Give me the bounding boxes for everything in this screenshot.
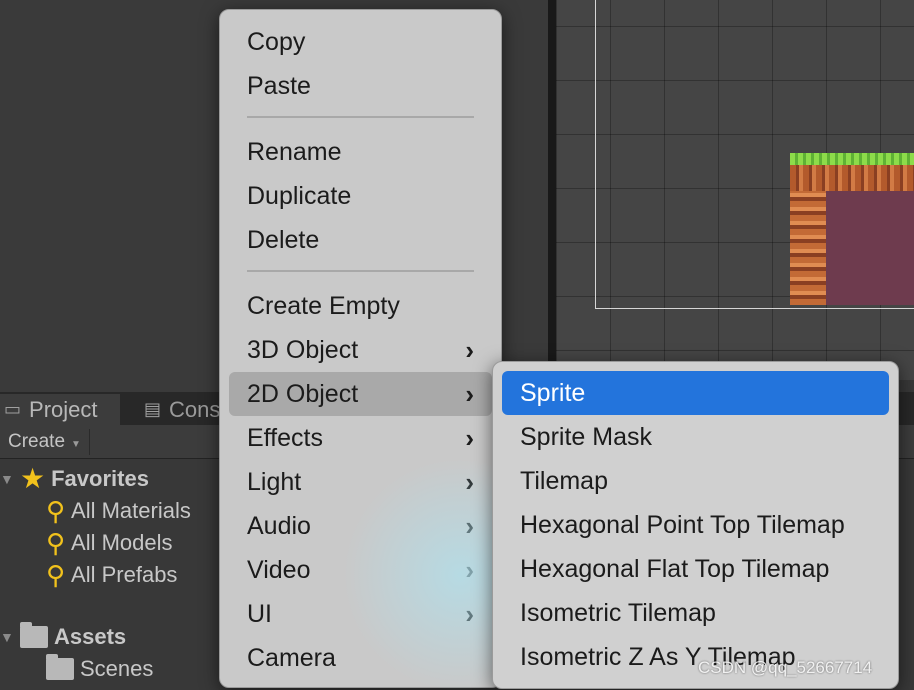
tab-console-label: Cons <box>169 397 221 422</box>
menu-item-audio[interactable]: Audio › <box>229 504 492 548</box>
favorites-row[interactable]: ▼ ★ Favorites <box>0 464 149 494</box>
chevron-right-icon: › <box>465 335 474 365</box>
tilemap-sprite-preview <box>790 153 914 305</box>
menu-item-label: Duplicate <box>247 182 352 210</box>
dirt-tiles-side <box>790 191 826 305</box>
tab-project-label: Project <box>29 397 98 422</box>
menu-item-label: Rename <box>247 138 342 166</box>
grass-tiles <box>790 153 914 165</box>
watermark-text: CSDN @qq_52667714 <box>698 658 873 677</box>
menu-item-create-empty[interactable]: Create Empty <box>229 284 492 328</box>
menu-item-label: Camera <box>247 644 336 672</box>
scene-view[interactable] <box>556 0 914 380</box>
menu-item-label: 2D Object <box>247 380 359 408</box>
list-item[interactable]: ⚲ All Prefabs <box>46 560 177 590</box>
submenu-2d-object: Sprite Sprite Mask Tilemap Hexagonal Poi… <box>492 361 899 689</box>
menu-item-camera[interactable]: Camera <box>229 636 492 680</box>
menu-item-video[interactable]: Video › <box>229 548 492 592</box>
menu-item-label: Hexagonal Point Top Tilemap <box>520 511 845 539</box>
folder-icon <box>20 622 48 648</box>
menu-separator <box>247 270 474 272</box>
create-dropdown[interactable]: Create ▼ <box>0 429 90 455</box>
search-icon: ⚲ <box>46 496 66 526</box>
chevron-right-icon: › <box>465 467 474 497</box>
star-icon: ★ <box>20 463 46 494</box>
menu-item-label: Delete <box>247 226 320 254</box>
expand-arrow-icon[interactable]: ▼ <box>0 464 14 494</box>
submenu-item-sprite-mask[interactable]: Sprite Mask <box>502 415 889 459</box>
expand-arrow-icon[interactable]: ▼ <box>0 622 14 652</box>
menu-item-label: Sprite Mask <box>520 423 652 451</box>
dirt-tiles-top <box>790 165 914 191</box>
menu-item-label: Effects <box>247 424 323 452</box>
menu-item-2d-object[interactable]: 2D Object › <box>229 372 492 416</box>
menu-separator <box>247 116 474 118</box>
search-icon: ⚲ <box>46 560 66 590</box>
menu-item-paste[interactable]: Paste <box>229 64 492 108</box>
chevron-right-icon: › <box>465 599 474 629</box>
menu-item-ui[interactable]: UI › <box>229 592 492 636</box>
menu-item-label: Hexagonal Flat Top Tilemap <box>520 555 830 583</box>
favorites-label: Favorites <box>51 466 149 491</box>
assets-label: Assets <box>54 624 127 649</box>
menu-item-copy[interactable]: Copy <box>229 20 492 64</box>
menu-item-label: 3D Object <box>247 336 359 364</box>
menu-item-label: UI <box>247 600 272 628</box>
favorite-label: All Materials <box>71 498 191 523</box>
submenu-item-sprite[interactable]: Sprite <box>502 371 889 415</box>
caret-down-icon: ▼ <box>71 439 81 450</box>
menu-item-label: Audio <box>247 512 311 540</box>
search-icon: ⚲ <box>46 528 66 558</box>
folder-icon: ▭ <box>4 399 22 419</box>
chevron-right-icon: › <box>465 379 474 409</box>
console-icon: ▤ <box>144 399 162 419</box>
menu-item-effects[interactable]: Effects › <box>229 416 492 460</box>
submenu-item-hexagonal-flat-top-tilemap[interactable]: Hexagonal Flat Top Tilemap <box>502 547 889 591</box>
chevron-right-icon: › <box>465 423 474 453</box>
menu-item-label: Isometric Tilemap <box>520 599 716 627</box>
menu-item-label: Video <box>247 556 311 584</box>
favorite-label: All Models <box>71 530 173 555</box>
list-item[interactable]: ⚲ All Materials <box>46 496 191 526</box>
favorite-label: All Prefabs <box>71 562 178 587</box>
submenu-item-tilemap[interactable]: Tilemap <box>502 459 889 503</box>
menu-item-delete[interactable]: Delete <box>229 218 492 262</box>
menu-item-light[interactable]: Light › <box>229 460 492 504</box>
menu-item-label: Light <box>247 468 302 496</box>
folder-icon <box>46 654 74 680</box>
asset-folder-label: Scenes <box>80 656 154 681</box>
submenu-item-hexagonal-point-top-tilemap[interactable]: Hexagonal Point Top Tilemap <box>502 503 889 547</box>
chevron-right-icon: › <box>465 555 474 585</box>
list-item[interactable]: ⚲ All Models <box>46 528 173 558</box>
assets-row[interactable]: ▼ Assets <box>0 622 126 652</box>
tab-project[interactable]: ▭ Project <box>0 394 120 425</box>
menu-item-rename[interactable]: Rename <box>229 130 492 174</box>
submenu-item-isometric-tilemap[interactable]: Isometric Tilemap <box>502 591 889 635</box>
menu-item-duplicate[interactable]: Duplicate <box>229 174 492 218</box>
chevron-right-icon: › <box>465 511 474 541</box>
menu-item-label: Copy <box>247 28 306 56</box>
menu-item-label: Create Empty <box>247 292 400 320</box>
panel-divider[interactable] <box>548 0 556 380</box>
menu-item-label: Tilemap <box>520 467 608 495</box>
list-item[interactable]: Scenes <box>46 654 153 684</box>
context-menu: Copy Paste Rename Duplicate Delete Creat… <box>219 9 502 688</box>
create-dropdown-label: Create <box>8 431 66 452</box>
menu-item-3d-object[interactable]: 3D Object › <box>229 328 492 372</box>
menu-item-label: Sprite <box>520 379 586 407</box>
menu-item-label: Paste <box>247 72 311 100</box>
